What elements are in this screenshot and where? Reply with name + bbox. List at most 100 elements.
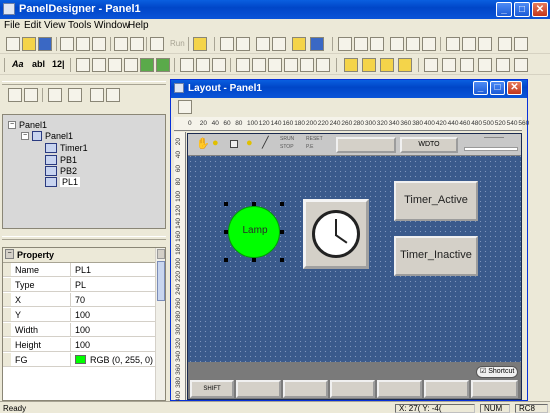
tree-item-pb2[interactable]: PB2 [60,166,77,176]
property-row[interactable]: FG RGB (0, 255, 0) [3,353,155,367]
table-tool-icon[interactable] [252,58,266,72]
property-row[interactable]: Name PL1 [3,263,155,277]
pb2-timer-inactive[interactable]: Timer_Inactive [394,236,478,276]
rect-tool-icon[interactable] [196,58,210,72]
tree-item-timer1[interactable]: Timer1 [60,143,88,153]
property-row[interactable]: X 70 [3,293,155,307]
backward-icon[interactable] [398,58,412,72]
function-key[interactable] [236,380,281,398]
cut-icon[interactable] [60,37,74,51]
save-icon[interactable] [38,37,52,51]
dist-middle-icon[interactable] [496,58,510,72]
new-icon[interactable] [6,37,20,51]
timer-tool-icon[interactable] [300,58,314,72]
dist-right-icon[interactable] [460,58,474,72]
function-key[interactable] [283,380,328,398]
panel-slider[interactable] [464,147,518,151]
function-key[interactable] [424,380,469,398]
design-canvas[interactable]: ✋ ● ● ╱ SRUN STOP RESET P.E WDTO Lamp Ti… [187,133,522,400]
dist-center-icon[interactable] [442,58,456,72]
text-tool[interactable]: Aa [12,59,24,69]
menu-view[interactable]: View [44,20,66,31]
tree-root[interactable]: Panel1 [19,120,47,130]
pages-icon[interactable] [8,88,22,102]
property-row[interactable]: Height 100 [3,338,155,352]
round-button-tool-icon[interactable] [156,58,170,72]
wdto-button[interactable]: WDTO [400,137,458,153]
dist-bottom-icon[interactable] [514,58,528,72]
tree-item-pl1[interactable]: PL1 [60,177,81,187]
label-tool[interactable]: abl [32,59,45,69]
run-button[interactable]: Run [170,39,185,48]
property-scrollbar[interactable] [155,248,165,400]
tree-item-pb1[interactable]: PB1 [60,155,77,165]
shift-key[interactable]: SHIFT [190,380,234,398]
undo-icon[interactable] [114,37,128,51]
help-icon[interactable] [193,37,207,51]
blank-panel-button[interactable] [336,137,396,153]
function-key[interactable] [471,380,518,398]
same-size-icon[interactable] [478,37,492,51]
menu-window[interactable]: Window [94,20,130,31]
same-height-icon[interactable] [462,37,476,51]
copy-icon[interactable] [76,37,90,51]
expand-toggle[interactable]: − [21,132,29,140]
tree-panel[interactable]: Panel1 [45,131,73,141]
space-h-icon[interactable] [498,37,512,51]
list-tool-icon[interactable] [268,58,282,72]
dist-top-icon[interactable] [478,58,492,72]
menu-tools[interactable]: Tools [68,20,91,31]
forward-icon[interactable] [380,58,394,72]
grid-icon[interactable] [236,37,250,51]
bring-front-icon[interactable] [344,58,358,72]
layout-minimize-button[interactable]: _ [473,81,488,95]
menu-edit[interactable]: Edit [24,20,41,31]
pointer-icon[interactable] [256,37,270,51]
project-tree[interactable]: − Panel1 − Panel1 Timer1 PB1 PB2 PL1 [2,114,166,229]
number-tool[interactable]: 12| [52,59,65,69]
line-tool-icon[interactable] [180,58,194,72]
tree-tool-icon[interactable] [48,88,62,102]
property-row[interactable]: Type PL [3,278,155,292]
frame-tool-icon[interactable] [236,58,250,72]
pb1-timer-active[interactable]: Timer_Active [394,181,478,221]
collapse-icon[interactable]: − [5,249,14,259]
redo-icon[interactable] [130,37,144,51]
toggle-tool-icon[interactable] [108,58,122,72]
doc-icon[interactable] [24,88,38,102]
timer1-widget[interactable] [303,199,369,269]
property-row[interactable]: Y 100 [3,308,155,322]
layout-close-button[interactable]: ✕ [507,81,522,95]
move-up-icon[interactable] [90,88,104,102]
shortcut-button[interactable]: ☑ Shortcut [476,366,518,378]
close-button[interactable]: ✕ [532,2,548,17]
send-back-icon[interactable] [362,58,376,72]
space-v-icon[interactable] [514,37,528,51]
layout-maximize-button[interactable]: □ [490,81,505,95]
align-center-icon[interactable] [354,37,368,51]
align-bottom-icon[interactable] [422,37,436,51]
move-down-icon[interactable] [106,88,120,102]
rect-button-tool-icon[interactable] [124,58,138,72]
open-icon[interactable] [22,37,36,51]
align-left-icon[interactable] [338,37,352,51]
gauge-tool-icon[interactable] [284,58,298,72]
option-tool-icon[interactable] [92,58,106,72]
layout-page-icon[interactable] [178,100,192,114]
green-button-tool-icon[interactable] [140,58,154,72]
function-key[interactable] [330,380,375,398]
layout-toggle-icon[interactable] [310,37,324,51]
picture-tool-icon[interactable] [316,58,330,72]
menu-file[interactable]: File [4,20,20,31]
ellipse-tool-icon[interactable] [212,58,226,72]
delete-icon[interactable] [68,88,82,102]
align-right-icon[interactable] [370,37,384,51]
expand-toggle[interactable]: − [8,121,16,129]
menu-help[interactable]: Help [128,20,149,31]
align-top-icon[interactable] [390,37,404,51]
snap-icon[interactable] [292,37,306,51]
checkbox-tool-icon[interactable] [76,58,90,72]
property-row[interactable]: Width 100 [3,323,155,337]
paste-icon[interactable] [92,37,106,51]
zoom-icon[interactable] [220,37,234,51]
